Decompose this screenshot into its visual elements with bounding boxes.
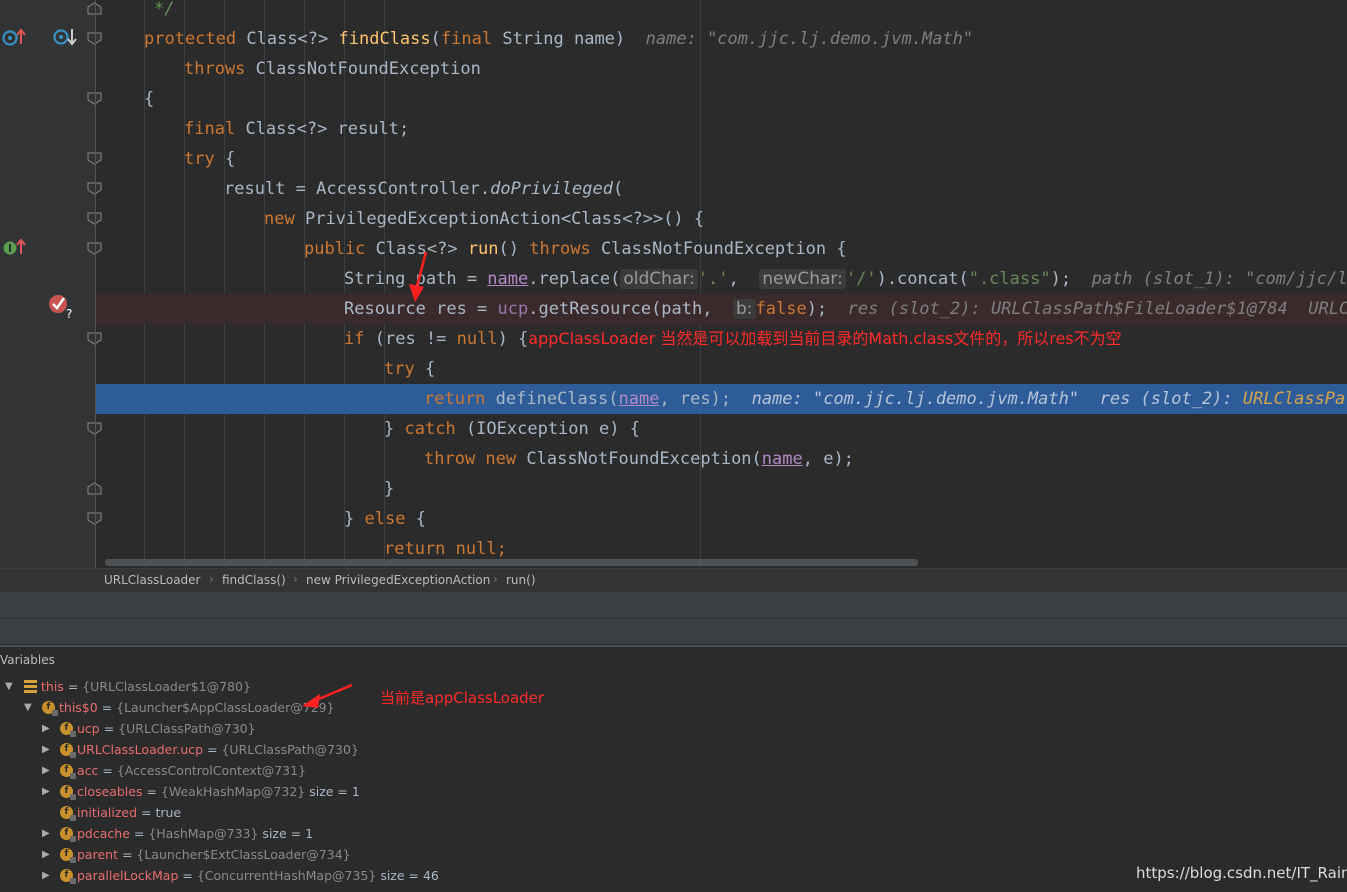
code-editor[interactable]: ? */ protected Class<?> findClass(final … <box>0 0 1347 568</box>
expand-arrow-icon[interactable]: ▶ <box>42 865 50 886</box>
overridden-method-icon[interactable] <box>53 27 77 53</box>
expand-arrow-icon[interactable]: ▼ <box>5 676 13 697</box>
annotation-current-loader: 当前是appClassLoader <box>380 689 545 707</box>
breadcrumb-item[interactable]: findClass() <box>222 573 286 587</box>
chevron-right-icon: › <box>209 572 214 586</box>
breadcrumb-item[interactable]: URLClassLoader <box>104 573 200 587</box>
code-text: String path = name.replace(oldChar: '.', … <box>344 269 1347 289</box>
svg-text:?: ? <box>66 307 72 320</box>
code-line[interactable]: throw new ClassNotFoundException(name, e… <box>96 444 1347 474</box>
horizontal-scrollbar[interactable] <box>105 559 918 566</box>
comment-text: */ <box>154 0 175 19</box>
code-line[interactable]: try { <box>96 144 1347 174</box>
breakpoint-line[interactable]: Resource res = ucp.getResource(path, b: f… <box>96 294 1347 324</box>
field-icon: f <box>60 722 76 737</box>
code-line[interactable]: public Class<?> run() throws ClassNotFou… <box>96 234 1347 264</box>
expand-arrow-icon[interactable]: ▼ <box>24 697 32 718</box>
code-line[interactable]: try { <box>96 354 1347 384</box>
code-line[interactable]: throws ClassNotFoundException <box>96 54 1347 84</box>
code-line[interactable]: new PrivilegedExceptionAction<Class<?>>(… <box>96 204 1347 234</box>
code-line[interactable]: String path = name.replace(oldChar: '.', … <box>96 264 1347 294</box>
watermark-text: https://blog.csdn.net/IT_Rain <box>1136 864 1347 882</box>
code-line[interactable]: final Class<?> result; <box>96 114 1347 144</box>
field-icon: f <box>42 701 58 716</box>
field-icon: f <box>60 806 76 821</box>
code-line[interactable]: { <box>96 84 1347 114</box>
annotation-res-not-null: appClassLoader 当然是可以加载到当前目录的Math.class文件… <box>528 329 1122 348</box>
code-text: throws ClassNotFoundException <box>184 59 481 79</box>
expand-arrow-icon[interactable]: ▶ <box>42 739 50 760</box>
annotation-arrow-icon <box>409 251 428 302</box>
code-text: return defineClass(name, res); name: "co… <box>424 389 1347 409</box>
code-text: } <box>384 479 395 499</box>
expand-arrow-icon[interactable]: ▶ <box>42 718 50 739</box>
field-icon: f <box>60 785 76 800</box>
debug-toolbar-strip <box>0 592 1347 618</box>
expand-arrow-icon[interactable]: ▶ <box>42 781 50 802</box>
code-text: try { <box>384 359 436 379</box>
code-text: Resource res = ucp.getResource(path, b: f… <box>344 299 1347 319</box>
code-text: if (res != null) {appClassLoader 当然是可以加载… <box>344 329 1122 349</box>
field-icon: f <box>60 848 76 863</box>
code-text: { <box>144 89 155 109</box>
breadcrumb-item[interactable]: run() <box>506 573 536 587</box>
editor-gutter[interactable]: ? <box>0 0 102 568</box>
code-line[interactable]: } <box>96 474 1347 504</box>
code-text: result = AccessController.doPrivileged( <box>224 179 624 199</box>
annotation-arrow-icon <box>302 683 353 708</box>
implements-method-icon[interactable] <box>2 237 26 261</box>
variables-panel[interactable]: Variables ▼ this = {URLClassLoader$1@780… <box>0 645 1347 892</box>
expand-arrow-icon[interactable]: ▶ <box>42 823 50 844</box>
field-icon: f <box>60 869 76 884</box>
field-icon: f <box>60 743 76 758</box>
code-text: throw new ClassNotFoundException(name, e… <box>424 449 854 469</box>
code-line[interactable]: protected Class<?> findClass(final Strin… <box>96 24 1347 54</box>
code-line[interactable]: */ <box>96 0 1347 24</box>
code-text: new PrivilegedExceptionAction<Class<?>>(… <box>264 209 705 229</box>
debug-tabs-strip <box>0 618 1347 644</box>
code-line[interactable]: } else { <box>96 504 1347 534</box>
expand-arrow-icon[interactable]: ▶ <box>42 844 50 865</box>
execution-point-line[interactable]: return defineClass(name, res); name: "co… <box>96 384 1347 414</box>
code-text: } else { <box>344 509 426 529</box>
code-text: protected Class<?> findClass(final Strin… <box>144 29 974 49</box>
chevron-right-icon: › <box>493 572 498 586</box>
overrides-method-icon[interactable] <box>2 27 26 51</box>
chevron-right-icon: › <box>293 572 298 586</box>
code-text: public Class<?> run() throws ClassNotFou… <box>304 239 847 259</box>
field-icon: f <box>60 827 76 842</box>
code-area[interactable]: */ protected Class<?> findClass(final St… <box>96 0 1347 568</box>
code-line[interactable]: result = AccessController.doPrivileged( <box>96 174 1347 204</box>
object-icon <box>24 680 37 693</box>
code-line[interactable]: if (res != null) {appClassLoader 当然是可以加载… <box>96 324 1347 354</box>
code-text: try { <box>184 149 236 169</box>
code-text: final Class<?> result; <box>184 119 410 139</box>
breadcrumb: URLClassLoader › findClass() › new Privi… <box>0 568 1347 592</box>
expand-arrow-icon[interactable]: ▶ <box>42 760 50 781</box>
breakpoint-icon[interactable]: ? <box>47 292 77 324</box>
code-line[interactable]: } catch (IOException e) { <box>96 414 1347 444</box>
panel-title: Variables <box>0 653 55 667</box>
breadcrumb-item[interactable]: new PrivilegedExceptionAction <box>306 573 490 587</box>
code-text: } catch (IOException e) { <box>384 419 640 439</box>
field-icon: f <box>60 764 76 779</box>
